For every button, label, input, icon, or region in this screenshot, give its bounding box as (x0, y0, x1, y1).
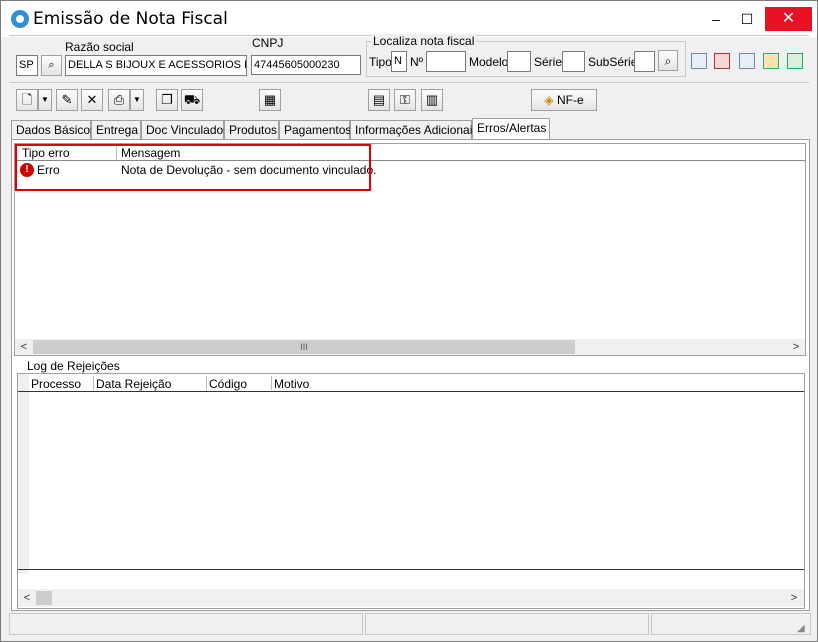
log-group-label: Log de Rejeições (27, 359, 120, 373)
scroll-right-arrow[interactable]: > (786, 590, 802, 606)
key-icon: ⚿ (400, 92, 410, 107)
new-dropdown-button[interactable]: ▼ (38, 89, 52, 111)
archive-button[interactable]: ▤ (368, 89, 390, 111)
report-icon: ▥ (425, 92, 439, 107)
status-panel-1 (9, 613, 363, 635)
scroll-left-arrow[interactable]: < (19, 590, 35, 606)
lookup-icon: ⌕ (48, 59, 55, 71)
calendar-button[interactable]: ▦ (259, 89, 281, 111)
localiza-label: Localiza nota fiscal (371, 34, 477, 48)
app-icon (11, 10, 29, 28)
log-hscrollbar[interactable] (18, 589, 804, 607)
main-window: Emissão de Nota Fiscal – ☐ ✕ SP ⌕ Razão … (0, 0, 818, 642)
modelo-field[interactable] (507, 51, 531, 72)
print-button[interactable]: ⎙ (108, 89, 130, 111)
minimize-button[interactable]: – (702, 7, 730, 31)
header-divider (18, 391, 804, 392)
razao-social-label: Razão social (65, 40, 134, 54)
column-divider (271, 376, 272, 390)
stamp-icon[interactable] (714, 53, 730, 69)
status-panel-2 (365, 613, 649, 635)
scroll-left-arrow[interactable]: < (16, 339, 32, 355)
row-indicator-column (18, 374, 29, 574)
export-icon[interactable] (787, 53, 803, 69)
razao-social-field[interactable]: DELLA S BIJOUX E ACESSORIOS LTD (65, 55, 247, 76)
scroll-thumb[interactable]: III (33, 340, 575, 354)
scroll-thumb[interactable] (36, 591, 52, 605)
search-razao-button[interactable]: ⌕ (41, 55, 62, 76)
nfe-button[interactable]: ◈ NF-e (531, 89, 597, 111)
tab-doc-vinculados[interactable]: Doc Vinculados (141, 120, 229, 139)
column-data-rejeicao[interactable]: Data Rejeição (96, 377, 171, 391)
transport-button[interactable]: ⛟ (181, 89, 203, 111)
copy-button[interactable]: ❐ (156, 89, 178, 111)
tipo-field[interactable]: N (391, 51, 407, 72)
header-bottom-border (9, 82, 809, 83)
numero-label: Nº (410, 55, 424, 69)
edit-button[interactable]: ✎ (56, 89, 78, 111)
cnpj-field[interactable]: 47445605000230 (251, 55, 361, 75)
calendar-icon: ▦ (263, 92, 277, 107)
delete-icon: ✕ (86, 92, 98, 107)
tab-produtos[interactable]: Produtos (224, 120, 279, 139)
subserie-label: SubSérie (588, 55, 638, 69)
error-highlight-box (15, 144, 371, 191)
serie-field[interactable] (562, 51, 585, 72)
column-codigo[interactable]: Código (209, 377, 247, 391)
key-button[interactable]: ⚿ (394, 89, 416, 111)
truck-icon: ⛟ (183, 92, 201, 107)
maximize-button[interactable]: ☐ (733, 7, 761, 31)
chevron-down-icon: ▼ (133, 95, 141, 104)
report-button[interactable]: ▥ (421, 89, 443, 111)
document-icon[interactable] (739, 53, 755, 69)
close-button[interactable]: ✕ (765, 7, 812, 31)
grid-icon[interactable] (763, 53, 779, 69)
nfe-label: NF-e (556, 93, 584, 107)
chevron-down-icon: ▼ (41, 95, 49, 104)
serie-label: Série (534, 55, 563, 69)
archive-icon: ▤ (372, 92, 386, 107)
tab-erros-alertas[interactable]: Erros/Alertas (472, 118, 550, 140)
localiza-search-button[interactable]: ⌕ (658, 50, 678, 71)
magnifier-icon: ⌕ (664, 54, 672, 68)
modelo-label: Modelo (469, 55, 509, 69)
log-grid (17, 373, 805, 609)
tab-pagamentos[interactable]: Pagamentos (279, 120, 351, 139)
title-bar: Emissão de Nota Fiscal – ☐ ✕ (1, 1, 817, 37)
uf-field[interactable]: SP (16, 55, 38, 76)
numero-field[interactable] (426, 51, 466, 72)
status-panel-3 (651, 613, 811, 635)
copy-icon: ❐ (161, 92, 173, 107)
new-button[interactable]: 🗋 (16, 89, 38, 111)
footer-divider (18, 569, 804, 570)
scroll-right-arrow[interactable]: > (788, 339, 804, 355)
tab-dados-basicos[interactable]: Dados Básicos (11, 120, 96, 139)
tab-informacoes-adicionais[interactable]: Informações Adicionais (350, 120, 478, 139)
delete-button[interactable]: ✕ (81, 89, 103, 111)
column-processo[interactable]: Processo (31, 377, 81, 391)
window-title: Emissão de Nota Fiscal (33, 9, 228, 29)
tab-entrega[interactable]: Entrega (91, 120, 141, 139)
subserie-field[interactable] (634, 51, 655, 72)
edit-icon: ✎ (61, 92, 73, 107)
print-dropdown-button[interactable]: ▼ (130, 89, 144, 111)
column-divider (93, 376, 94, 390)
print-list-icon[interactable] (691, 53, 707, 69)
resize-grip-icon[interactable]: ◢ (797, 623, 809, 635)
nfe-icon: ◈ (544, 93, 554, 107)
column-motivo[interactable]: Motivo (274, 377, 309, 391)
cnpj-label: CNPJ (252, 36, 284, 50)
new-document-icon: 🗋 (21, 92, 33, 107)
printer-icon: ⎙ (113, 92, 125, 107)
column-divider (206, 376, 207, 390)
tipo-label: Tipo (369, 55, 392, 69)
